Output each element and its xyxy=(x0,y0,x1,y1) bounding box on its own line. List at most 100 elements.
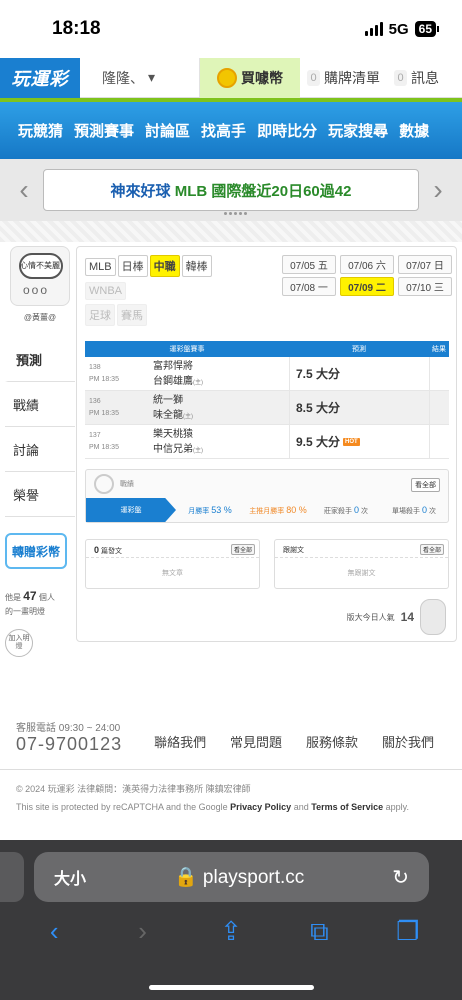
date-tab[interactable]: 07/09 二 xyxy=(340,277,394,296)
league-tab[interactable]: WNBA xyxy=(85,282,126,300)
orders-link[interactable]: 0 購牌清單 xyxy=(300,68,387,88)
chevron-right-icon[interactable]: › xyxy=(428,174,448,206)
away-team: 樂天桃猿 xyxy=(153,428,193,440)
address-bar[interactable]: 大小 🔒 playsport.cc ↻ xyxy=(34,852,429,902)
sidebar-item-record[interactable]: 戰績 xyxy=(5,382,75,427)
footer-link[interactable]: 常見問題 xyxy=(230,732,282,751)
date-tab[interactable]: 07/10 三 xyxy=(398,277,452,296)
chevron-left-icon[interactable]: ‹ xyxy=(14,174,34,206)
date-tabs: 07/05 五 07/06 六 07/07 日 07/08 一 07/09 二 … xyxy=(282,255,452,296)
status-icons: 5G 65 xyxy=(364,20,440,38)
copyright: © 2024 玩運彩 法律顧問：漢英得力法律事務所 陳鎮宏律師 xyxy=(16,784,251,794)
messages-label: 訊息 xyxy=(411,69,439,86)
record-icon xyxy=(94,474,114,494)
league-tab[interactable]: 賽馬 xyxy=(117,304,147,326)
profile-username: @黃薑@ xyxy=(23,313,57,322)
profile-sidebar: 心情不美麗 ooo @黃薑@ 預測 戰績 討論 榮譽 轉贈彩幣 他是 47 個人… xyxy=(5,246,75,657)
menu-item[interactable]: 找高手 xyxy=(201,120,246,141)
record-label: 戰績 xyxy=(120,481,134,488)
forward-icon[interactable]: › xyxy=(123,916,163,948)
menu-item[interactable]: 玩競猜 xyxy=(18,120,63,141)
table-header: 運彩盤賽事 預測 結果 xyxy=(85,341,449,357)
menu-item[interactable]: 玩家搜尋 xyxy=(328,120,388,141)
prediction-panel: MLB 日棒 中職 韓棒 WNBA 足球 賽馬 07/05 五 07/06 六 07/0… xyxy=(76,246,457,642)
orders-label: 購牌清單 xyxy=(324,69,380,86)
orders-badge: 0 xyxy=(307,69,320,86)
avatar[interactable]: 心情不美麗 ooo xyxy=(10,246,70,306)
captcha-notice: This site is protected by reCAPTCHA and … xyxy=(16,802,409,812)
league-tab[interactable]: 中職 xyxy=(149,255,180,277)
sidebar-item-predict[interactable]: 預測 xyxy=(5,337,75,382)
messages-link[interactable]: 0 訊息 xyxy=(387,68,446,88)
league-tab[interactable]: MLB xyxy=(85,258,116,276)
popularity: 版大今日人氣 14 xyxy=(347,599,446,635)
tab-sport-lottery[interactable]: 運彩盤 xyxy=(86,498,176,522)
posts-section: 0 篇發文 看全部 無文章 跟謝文 看全部 無跟謝文 xyxy=(85,539,449,589)
site-logo[interactable]: 玩運彩 xyxy=(0,57,80,98)
date-tab[interactable]: 07/05 五 xyxy=(282,255,336,274)
back-icon[interactable]: ‹ xyxy=(34,916,74,948)
battery-icon: 65 xyxy=(414,21,440,37)
date-tab[interactable]: 07/08 一 xyxy=(282,277,336,296)
posts-box: 0 篇發文 看全部 無文章 xyxy=(85,539,260,589)
banner-title: 神來好球 xyxy=(110,182,171,200)
phone-number[interactable]: 07-9700123 xyxy=(16,734,122,755)
user-menu[interactable]: 隆隆、 ▾ xyxy=(80,58,200,97)
coin-icon xyxy=(217,67,237,88)
divider xyxy=(0,221,462,242)
date-tab[interactable]: 07/06 六 xyxy=(340,255,394,274)
hot-badge: HOT xyxy=(343,437,360,446)
bookmarks-icon[interactable]: ⧉ xyxy=(299,916,339,948)
clock: 18:18 xyxy=(52,18,101,39)
league-tab[interactable]: 韓棒 xyxy=(181,255,212,277)
rain-icon: ooo xyxy=(23,283,50,297)
footer-link[interactable]: 服務條款 xyxy=(306,732,358,751)
pick: 7.5 大分 xyxy=(296,367,341,381)
network-label: 5G xyxy=(388,20,409,38)
add-follow-button[interactable]: 加入明燈 xyxy=(5,628,33,657)
banner-carousel: ‹ 神來好球 MLB 國際盤近20日60過42 › xyxy=(0,159,462,221)
record-box: 戰績 看全部 運彩盤 月勝率 53 % 主推月勝率 80 % 莊家殺手 0 次 … xyxy=(85,469,449,523)
gift-coin-button[interactable]: 轉贈彩幣 xyxy=(5,533,67,569)
menu-item[interactable]: 即時比分 xyxy=(257,120,317,141)
pick: 8.5 大分 xyxy=(296,401,341,415)
banner-text: MLB 國際盤近20日60過42 xyxy=(174,182,352,200)
home-team: 台鋼雄鷹(主) xyxy=(153,375,203,387)
menu-item[interactable]: 數據 xyxy=(399,120,429,141)
menu-item[interactable]: 討論區 xyxy=(145,120,190,141)
table-row[interactable]: 136 PM 18:35 統一獅 味全龍(主) 8.5 大分 xyxy=(85,391,449,425)
prediction-table: 運彩盤賽事 預測 結果 138 PM 18:35 富邦悍將 台鋼雄鷹(主) 7.5 … xyxy=(85,341,449,459)
follower-count: 他是 47 個人 的一畫明燈 xyxy=(5,589,55,617)
terms-link[interactable]: Terms of Service xyxy=(311,802,383,812)
table-row[interactable]: 138 PM 18:35 富邦悍將 台鋼雄鷹(主) 7.5 大分 xyxy=(85,357,449,391)
chevron-down-icon: ▾ xyxy=(148,69,156,85)
previous-tab[interactable] xyxy=(0,852,24,902)
date-tab[interactable]: 07/07 日 xyxy=(398,255,452,274)
league-tab[interactable]: 日棒 xyxy=(117,255,148,277)
main-win-rate: 主推月勝率 80 % xyxy=(249,504,307,515)
sidebar-item-discussion[interactable]: 討論 xyxy=(5,427,75,472)
house-killer: 莊家殺手 0 次 xyxy=(324,504,368,515)
tabs-icon[interactable]: ❐ xyxy=(388,916,428,948)
empty-text: 無文章 xyxy=(162,570,183,577)
top-nav: 玩運彩 隆隆、 ▾ 買噱幣 0 購牌清單 0 訊息 xyxy=(0,57,462,98)
see-all-button[interactable]: 看全部 xyxy=(230,544,255,555)
reload-icon[interactable]: ↻ xyxy=(392,865,409,890)
footer-link[interactable]: 聯絡我們 xyxy=(154,732,206,751)
away-team: 統一獅 xyxy=(153,394,183,406)
footer-link[interactable]: 關於我們 xyxy=(382,732,434,751)
menu-item[interactable]: 預測賽事 xyxy=(74,120,134,141)
see-all-button[interactable]: 看全部 xyxy=(411,478,440,492)
buy-coin-button[interactable]: 買噱幣 xyxy=(200,57,300,98)
see-all-button[interactable]: 看全部 xyxy=(419,544,444,555)
table-row[interactable]: 137 PM 18:35 樂天桃猿 中信兄弟(主) 9.5 大分 HOT xyxy=(85,425,449,459)
sidebar-item-honor[interactable]: 榮譽 xyxy=(5,472,75,517)
home-team: 味全龍(主) xyxy=(153,409,193,421)
league-tab[interactable]: 足球 xyxy=(85,304,115,326)
share-icon[interactable]: ⇪ xyxy=(211,916,251,948)
mascot-icon xyxy=(420,599,446,635)
column-header: 結果 xyxy=(432,346,446,353)
banner-link[interactable]: 神來好球 MLB 國際盤近20日60過42 xyxy=(43,169,419,211)
text-size-button[interactable]: 大小 xyxy=(54,865,86,889)
privacy-link[interactable]: Privacy Policy xyxy=(230,802,291,812)
